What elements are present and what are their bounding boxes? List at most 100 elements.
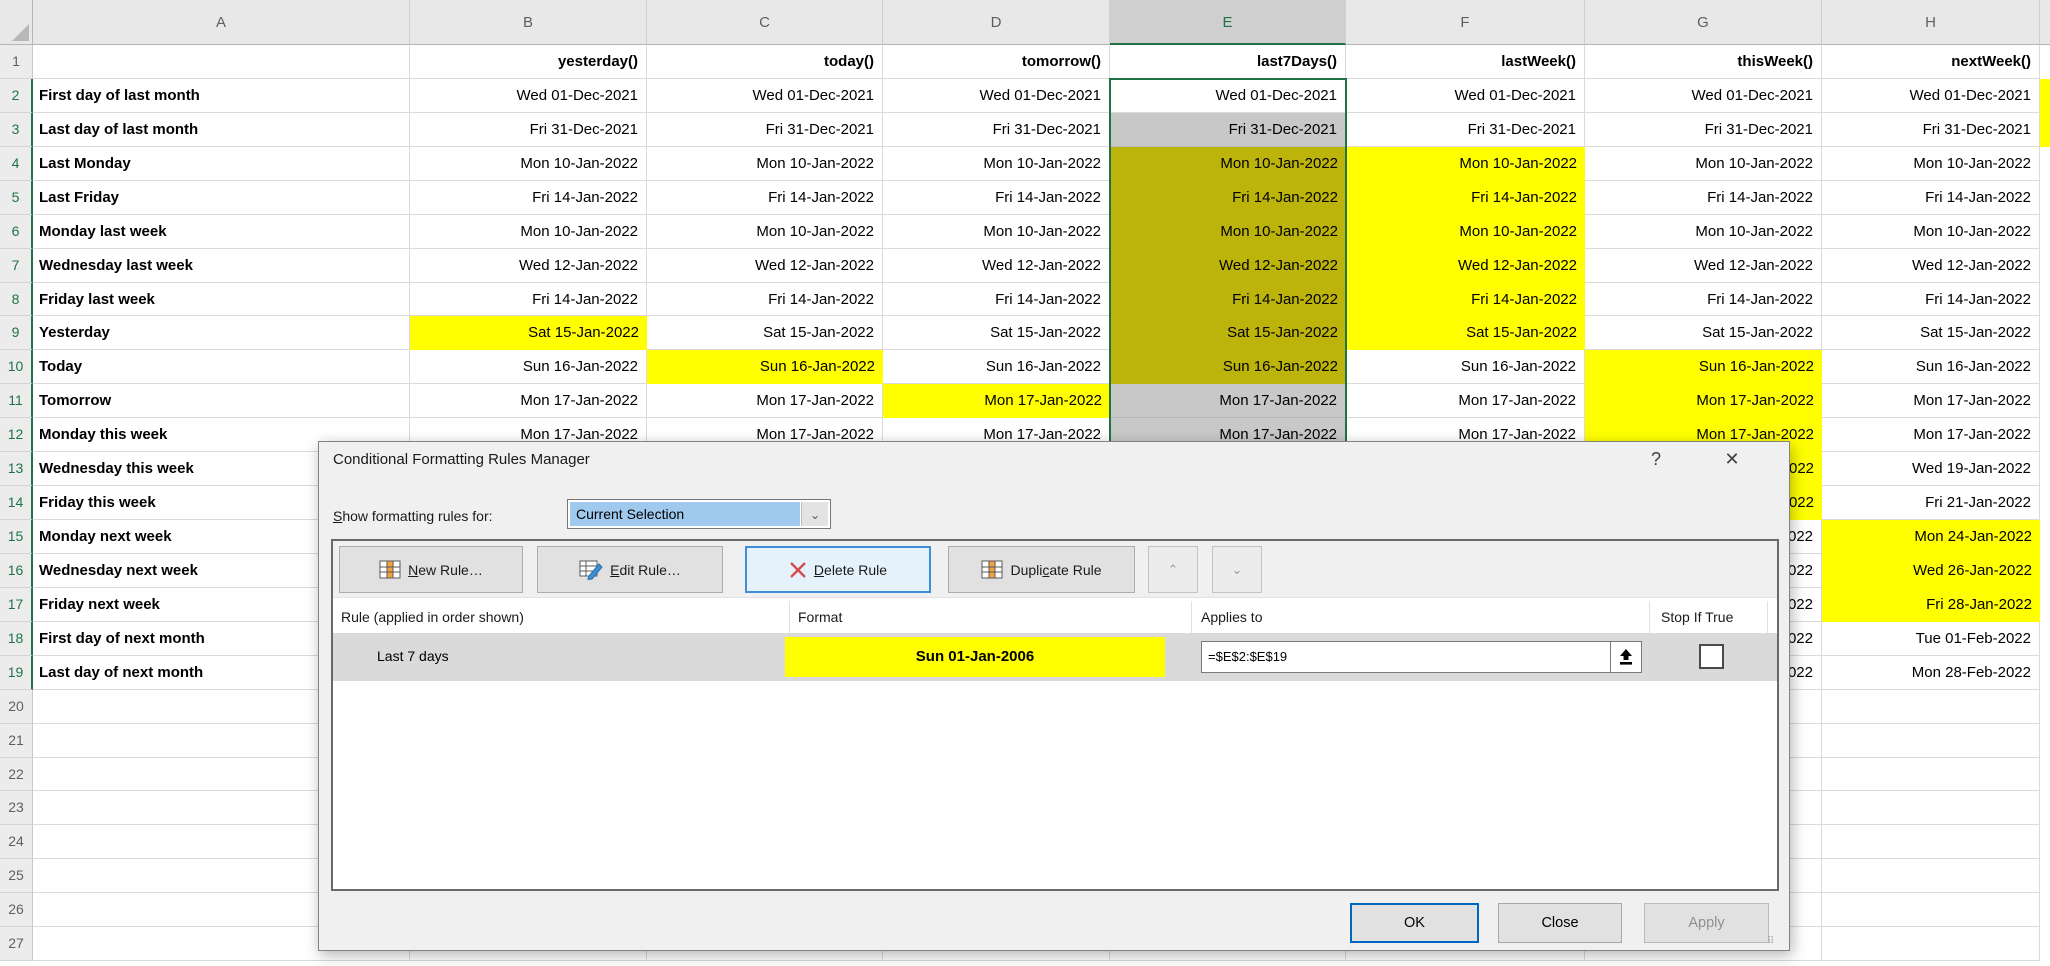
cell-C2[interactable]: Wed 01-Dec-2021 (647, 79, 883, 113)
column-header-B[interactable]: B (410, 0, 647, 45)
cell-A7[interactable]: Wednesday last week (33, 249, 410, 283)
cell-D9[interactable]: Sat 15-Jan-2022 (883, 316, 1110, 350)
row-header-21[interactable]: 21 (0, 724, 33, 758)
cell-F6[interactable]: Mon 10-Jan-2022 (1346, 215, 1585, 249)
cell-H8[interactable]: Fri 14-Jan-2022 (1822, 283, 2040, 317)
cell-H6[interactable]: Mon 10-Jan-2022 (1822, 215, 2040, 249)
row-header-4[interactable]: 4 (0, 147, 33, 181)
cell-G9[interactable]: Sat 15-Jan-2022 (1585, 316, 1822, 350)
cell-F9[interactable]: Sat 15-Jan-2022 (1346, 316, 1585, 350)
applies-to-input[interactable]: =$E$2:$E$19 (1201, 641, 1611, 673)
rule-row[interactable]: Last 7 days Sun 01-Jan-2006 =$E$2:$E$19 (333, 633, 1777, 681)
cell-H13[interactable]: Wed 19-Jan-2022 (1822, 452, 2040, 486)
row-header-25[interactable]: 25 (0, 859, 33, 893)
cell-D8[interactable]: Fri 14-Jan-2022 (883, 283, 1110, 317)
cell-I2[interactable] (2040, 79, 2050, 113)
column-header-E[interactable]: E (1110, 0, 1346, 45)
cell-G8[interactable]: Fri 14-Jan-2022 (1585, 283, 1822, 317)
cell-A10[interactable]: Today (33, 350, 410, 384)
move-rule-down-button[interactable]: ⌄ (1212, 546, 1262, 593)
cell-E2[interactable]: Wed 01-Dec-2021 (1110, 79, 1346, 113)
cell-H5[interactable]: Fri 14-Jan-2022 (1822, 181, 2040, 215)
row-header-27[interactable]: 27 (0, 927, 33, 961)
cell-H21[interactable] (1822, 724, 2040, 758)
cell-H26[interactable] (1822, 893, 2040, 927)
cell-H4[interactable]: Mon 10-Jan-2022 (1822, 147, 2040, 181)
row-header-19[interactable]: 19 (0, 656, 33, 690)
cell-E6[interactable]: Mon 10-Jan-2022 (1110, 215, 1346, 249)
row-header-8[interactable]: 8 (0, 283, 33, 317)
cell-A1[interactable] (33, 45, 410, 79)
cell-H18[interactable]: Tue 01-Feb-2022 (1822, 622, 2040, 656)
cell-A4[interactable]: Last Monday (33, 147, 410, 181)
cell-F11[interactable]: Mon 17-Jan-2022 (1346, 384, 1585, 418)
close-icon[interactable]: ✕ (1717, 449, 1747, 470)
cell-G1[interactable]: thisWeek() (1585, 45, 1822, 79)
row-header-12[interactable]: 12 (0, 418, 33, 452)
cell-H2[interactable]: Wed 01-Dec-2021 (1822, 79, 2040, 113)
resize-grip[interactable]: ⠿ (1767, 936, 1775, 947)
row-header-18[interactable]: 18 (0, 622, 33, 656)
cell-C7[interactable]: Wed 12-Jan-2022 (647, 249, 883, 283)
cell-A3[interactable]: Last day of last month (33, 113, 410, 147)
column-header-C[interactable]: C (647, 0, 883, 45)
close-button[interactable]: Close (1498, 903, 1622, 943)
row-header-24[interactable]: 24 (0, 825, 33, 859)
cell-H11[interactable]: Mon 17-Jan-2022 (1822, 384, 2040, 418)
row-header-2[interactable]: 2 (0, 79, 33, 113)
cell-H22[interactable] (1822, 758, 2040, 792)
cell-G11[interactable]: Mon 17-Jan-2022 (1585, 384, 1822, 418)
cell-B11[interactable]: Mon 17-Jan-2022 (410, 384, 647, 418)
cell-C5[interactable]: Fri 14-Jan-2022 (647, 181, 883, 215)
cell-D7[interactable]: Wed 12-Jan-2022 (883, 249, 1110, 283)
cell-C9[interactable]: Sat 15-Jan-2022 (647, 316, 883, 350)
select-all-corner[interactable] (0, 0, 33, 45)
cell-E10[interactable]: Sun 16-Jan-2022 (1110, 350, 1346, 384)
cell-A6[interactable]: Monday last week (33, 215, 410, 249)
cell-A9[interactable]: Yesterday (33, 316, 410, 350)
row-header-10[interactable]: 10 (0, 350, 33, 384)
cell-F10[interactable]: Sun 16-Jan-2022 (1346, 350, 1585, 384)
row-header-9[interactable]: 9 (0, 316, 33, 350)
cell-D11[interactable]: Mon 17-Jan-2022 (883, 384, 1110, 418)
cell-D2[interactable]: Wed 01-Dec-2021 (883, 79, 1110, 113)
cell-G4[interactable]: Mon 10-Jan-2022 (1585, 147, 1822, 181)
cell-I3[interactable] (2040, 113, 2050, 147)
row-header-14[interactable]: 14 (0, 486, 33, 520)
row-header-22[interactable]: 22 (0, 758, 33, 792)
cell-B7[interactable]: Wed 12-Jan-2022 (410, 249, 647, 283)
cell-H24[interactable] (1822, 825, 2040, 859)
cell-E3[interactable]: Fri 31-Dec-2021 (1110, 113, 1346, 147)
range-picker-button[interactable] (1610, 641, 1642, 673)
cell-D6[interactable]: Mon 10-Jan-2022 (883, 215, 1110, 249)
cell-F3[interactable]: Fri 31-Dec-2021 (1346, 113, 1585, 147)
cell-F2[interactable]: Wed 01-Dec-2021 (1346, 79, 1585, 113)
cell-G5[interactable]: Fri 14-Jan-2022 (1585, 181, 1822, 215)
cell-H9[interactable]: Sat 15-Jan-2022 (1822, 316, 2040, 350)
column-header-F[interactable]: F (1346, 0, 1585, 45)
cell-G6[interactable]: Mon 10-Jan-2022 (1585, 215, 1822, 249)
row-header-15[interactable]: 15 (0, 520, 33, 554)
cell-E11[interactable]: Mon 17-Jan-2022 (1110, 384, 1346, 418)
cell-D3[interactable]: Fri 31-Dec-2021 (883, 113, 1110, 147)
cell-H3[interactable]: Fri 31-Dec-2021 (1822, 113, 2040, 147)
cell-H25[interactable] (1822, 859, 2040, 893)
cell-H1[interactable]: nextWeek() (1822, 45, 2040, 79)
row-header-11[interactable]: 11 (0, 384, 33, 418)
cell-B4[interactable]: Mon 10-Jan-2022 (410, 147, 647, 181)
row-header-26[interactable]: 26 (0, 893, 33, 927)
cell-H10[interactable]: Sun 16-Jan-2022 (1822, 350, 2040, 384)
help-button[interactable]: ? (1641, 449, 1671, 470)
chevron-down-icon[interactable]: ⌄ (801, 502, 828, 526)
cell-D10[interactable]: Sun 16-Jan-2022 (883, 350, 1110, 384)
cell-H7[interactable]: Wed 12-Jan-2022 (1822, 249, 2040, 283)
cell-B6[interactable]: Mon 10-Jan-2022 (410, 215, 647, 249)
cell-G2[interactable]: Wed 01-Dec-2021 (1585, 79, 1822, 113)
cell-G3[interactable]: Fri 31-Dec-2021 (1585, 113, 1822, 147)
cell-C3[interactable]: Fri 31-Dec-2021 (647, 113, 883, 147)
cell-B5[interactable]: Fri 14-Jan-2022 (410, 181, 647, 215)
cell-G10[interactable]: Sun 16-Jan-2022 (1585, 350, 1822, 384)
cell-F1[interactable]: lastWeek() (1346, 45, 1585, 79)
cell-C8[interactable]: Fri 14-Jan-2022 (647, 283, 883, 317)
cell-C11[interactable]: Mon 17-Jan-2022 (647, 384, 883, 418)
